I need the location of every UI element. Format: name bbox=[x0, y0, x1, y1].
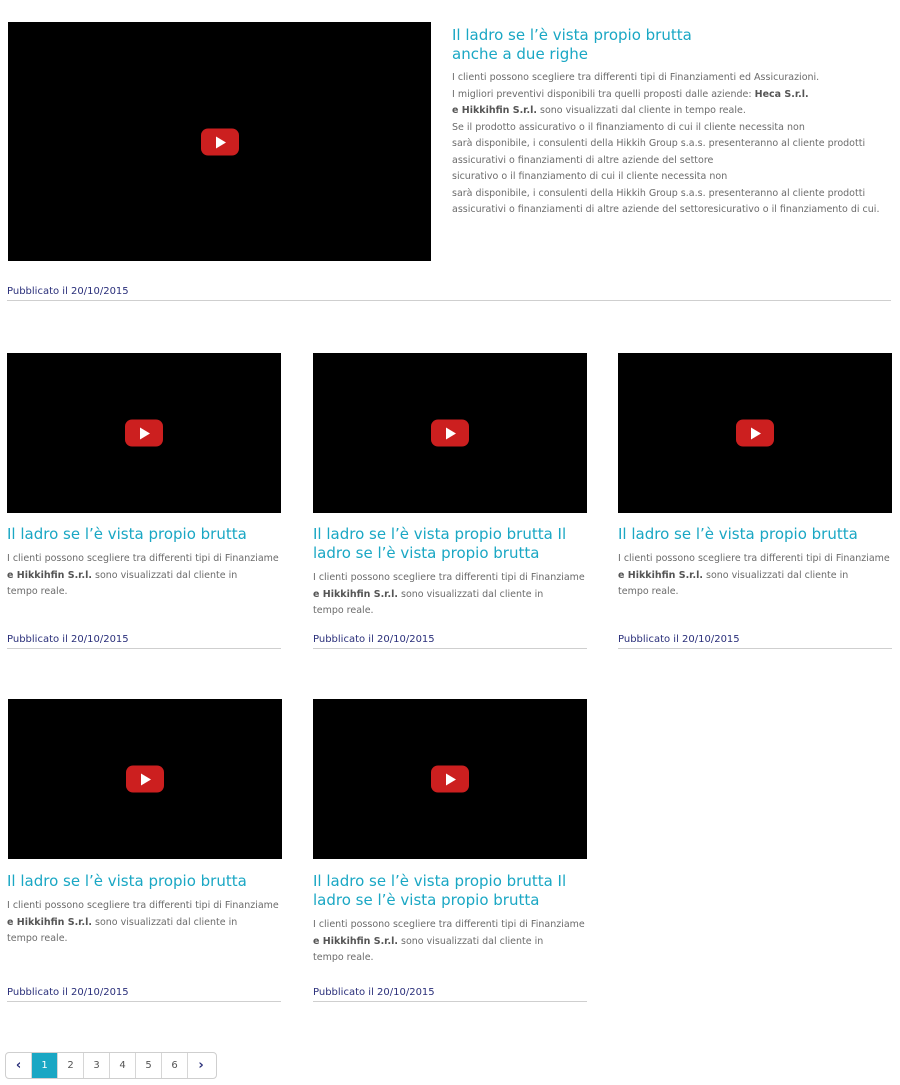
card-description: I clienti possono scegliere tra differen… bbox=[7, 900, 279, 944]
card-description: I clienti possono scegliere tra differen… bbox=[7, 553, 279, 597]
page-button-2[interactable]: 2 bbox=[58, 1053, 84, 1078]
play-button-icon[interactable] bbox=[736, 419, 774, 447]
featured-description: I clienti possono scegliere tra differen… bbox=[452, 70, 892, 219]
featured-desc-line: sicurativo o il finanziamento di cui il … bbox=[452, 171, 728, 182]
card-description: I clienti possono scegliere tra differen… bbox=[313, 919, 585, 963]
page-button-1[interactable]: 1 bbox=[32, 1053, 58, 1078]
card-published-date: Pubblicato il 20/10/2015 bbox=[7, 634, 129, 645]
featured-title-line2: anche a due righe bbox=[452, 45, 589, 63]
card-divider bbox=[313, 648, 587, 649]
page-button-6[interactable]: 6 bbox=[162, 1053, 188, 1078]
card-video[interactable] bbox=[7, 353, 281, 513]
play-button-icon[interactable] bbox=[125, 419, 163, 447]
card-published-date: Pubblicato il 20/10/2015 bbox=[313, 634, 435, 645]
card-divider bbox=[313, 1001, 587, 1002]
featured-desc-line: sarà disponibile, i consulenti della Hik… bbox=[452, 187, 866, 199]
chevron-right-icon[interactable]: › bbox=[188, 1053, 214, 1078]
card-video[interactable] bbox=[313, 353, 587, 513]
card-title[interactable]: Il ladro se l’è vista propio brutta bbox=[7, 525, 281, 544]
featured-divider bbox=[7, 300, 891, 301]
featured-desc-line: assicurativi o finanziamenti di altre az… bbox=[452, 154, 714, 166]
featured-desc-line: I clienti possono scegliere tra differen… bbox=[452, 72, 820, 83]
play-button-icon[interactable] bbox=[431, 765, 469, 793]
featured-desc-line: e Hikkihfin S.r.l. sono visualizzati dal… bbox=[452, 105, 746, 116]
featured-video[interactable] bbox=[8, 22, 431, 261]
card-published-date: Pubblicato il 20/10/2015 bbox=[618, 634, 740, 645]
play-button-icon[interactable] bbox=[126, 765, 164, 793]
card-title[interactable]: Il ladro se l’è vista propio brutta bbox=[7, 872, 281, 891]
featured-title-line1: Il ladro se l’è vista propio brutta bbox=[452, 26, 692, 44]
page-button-5[interactable]: 5 bbox=[136, 1053, 162, 1078]
page-button-3[interactable]: 3 bbox=[84, 1053, 110, 1078]
card-title[interactable]: Il ladro se l’è vista propio brutta bbox=[618, 525, 892, 544]
card-title[interactable]: Il ladro se l’è vista propio brutta Il l… bbox=[313, 525, 587, 563]
card-divider bbox=[7, 1001, 281, 1002]
card-published-date: Pubblicato il 20/10/2015 bbox=[7, 987, 129, 998]
featured-desc-line: Se il prodotto assicurativo o il finanzi… bbox=[452, 121, 805, 133]
card-title[interactable]: Il ladro se l’è vista propio brutta Il l… bbox=[313, 872, 587, 910]
featured-desc-line: assicurativi o finanziamenti di altre az… bbox=[452, 204, 880, 215]
card-video[interactable] bbox=[618, 353, 892, 513]
pagination: ‹ 1 2 3 4 5 6 › bbox=[5, 1052, 217, 1079]
card-published-date: Pubblicato il 20/10/2015 bbox=[313, 987, 435, 998]
featured-desc-line: I migliori preventivi disponibili tra qu… bbox=[452, 88, 809, 100]
featured-desc-line: sarà disponibile, i consulenti della Hik… bbox=[452, 138, 866, 149]
featured-published-date: Pubblicato il 20/10/2015 bbox=[7, 286, 129, 297]
page-button-4[interactable]: 4 bbox=[110, 1053, 136, 1078]
play-button-icon[interactable] bbox=[431, 419, 469, 447]
card-video[interactable] bbox=[313, 699, 587, 859]
card-description: I clienti possono scegliere tra differen… bbox=[618, 553, 890, 597]
card-description: I clienti possono scegliere tra differen… bbox=[313, 572, 585, 616]
chevron-left-icon[interactable]: ‹ bbox=[6, 1053, 32, 1078]
play-button-icon[interactable] bbox=[200, 128, 239, 155]
card-divider bbox=[7, 648, 281, 649]
card-video[interactable] bbox=[8, 699, 282, 859]
card-divider bbox=[618, 648, 892, 649]
featured-title[interactable]: Il ladro se l’è vista propio brutta anch… bbox=[452, 26, 882, 64]
